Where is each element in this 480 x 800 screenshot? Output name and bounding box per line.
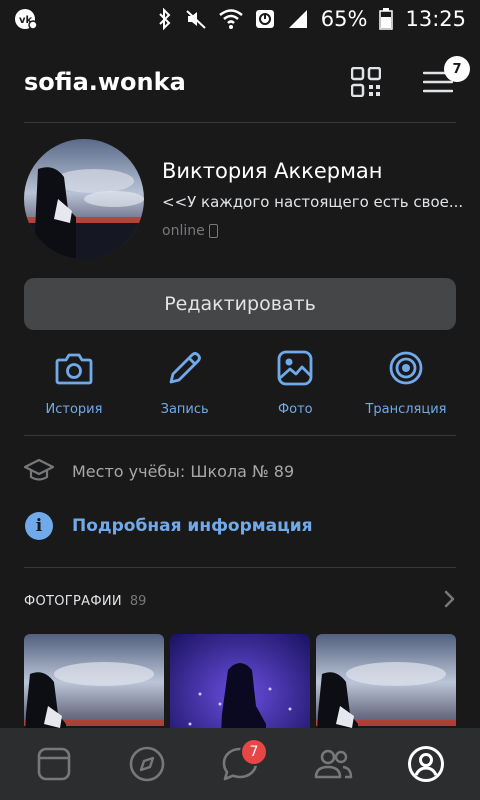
status-bar: vk 65% 13:25 bbox=[0, 0, 480, 38]
post-action[interactable]: Запись bbox=[135, 348, 235, 417]
info-icon: i bbox=[25, 512, 53, 540]
battery-percent: 65% bbox=[320, 7, 368, 31]
tab-profile[interactable] bbox=[396, 734, 456, 794]
tab-explore[interactable] bbox=[117, 734, 177, 794]
online-status: online bbox=[162, 223, 463, 239]
chevron-right-icon bbox=[444, 590, 456, 612]
menu-badge: 7 bbox=[444, 56, 470, 82]
camera-icon bbox=[54, 348, 94, 388]
news-icon bbox=[38, 747, 71, 781]
details-link[interactable]: Подробная информация bbox=[72, 516, 313, 536]
history-label: История bbox=[45, 402, 103, 417]
pencil-icon bbox=[165, 348, 205, 388]
signal-icon bbox=[287, 9, 309, 29]
photos-count: 89 bbox=[129, 593, 147, 609]
menu-button[interactable]: 7 bbox=[420, 56, 470, 100]
avatar[interactable] bbox=[24, 139, 144, 259]
phone-icon bbox=[208, 224, 218, 238]
full-name: Виктория Аккерман bbox=[162, 159, 383, 183]
history-action[interactable]: История bbox=[24, 348, 124, 417]
profile-header: sofia.wonka 7 bbox=[0, 52, 480, 112]
post-label: Запись bbox=[160, 402, 209, 417]
status-text[interactable]: <<У каждого настоящего есть свое... bbox=[162, 193, 463, 211]
tab-messages[interactable]: 7 bbox=[210, 734, 270, 794]
photo-label: Фото bbox=[277, 402, 313, 417]
photo-thumbnail[interactable] bbox=[24, 634, 164, 730]
details-row[interactable]: i Подробная информация bbox=[24, 506, 456, 546]
clock: 13:25 bbox=[405, 7, 466, 31]
broadcast-icon bbox=[386, 348, 426, 388]
battery-icon bbox=[379, 8, 394, 30]
mute-icon bbox=[185, 8, 207, 30]
image-icon bbox=[275, 348, 315, 388]
education-row: Место учёбы: Школа № 89 bbox=[24, 451, 456, 491]
data-saver-icon bbox=[255, 9, 275, 29]
online-label: online bbox=[162, 223, 205, 239]
profile-actions: История Запись Фото Трансляция bbox=[24, 348, 456, 417]
wifi-icon bbox=[218, 9, 243, 29]
bottom-tab-bar: 7 bbox=[0, 728, 480, 800]
edit-profile-button[interactable]: Редактировать bbox=[24, 278, 456, 330]
profile-card: Виктория Аккерман <<У каждого настоящего… bbox=[24, 138, 463, 260]
education-text: Место учёбы: Школа № 89 bbox=[72, 461, 295, 481]
friends-icon bbox=[314, 749, 352, 779]
photos-grid bbox=[24, 634, 456, 730]
divider bbox=[24, 122, 456, 123]
photos-title: ФОТОГРАФИИ bbox=[24, 593, 122, 609]
graduation-cap-icon bbox=[24, 456, 54, 486]
profile-icon bbox=[407, 746, 444, 782]
photo-action[interactable]: Фото bbox=[245, 348, 345, 417]
divider bbox=[24, 435, 456, 436]
explore-icon bbox=[129, 746, 165, 782]
tab-news[interactable] bbox=[24, 734, 84, 794]
photo-thumbnail[interactable] bbox=[170, 634, 310, 730]
messages-badge: 7 bbox=[239, 738, 268, 766]
broadcast-label: Трансляция bbox=[365, 402, 447, 417]
photo-thumbnail[interactable] bbox=[316, 634, 456, 730]
qr-code-button[interactable] bbox=[348, 64, 384, 100]
broadcast-action[interactable]: Трансляция bbox=[356, 348, 456, 417]
username: sofia.wonka bbox=[24, 68, 186, 96]
vk-notification-icon: vk bbox=[14, 8, 38, 30]
divider bbox=[24, 567, 456, 568]
tab-friends[interactable] bbox=[303, 734, 363, 794]
photos-header[interactable]: ФОТОГРАФИИ 89 bbox=[24, 588, 456, 614]
qr-code-icon bbox=[351, 67, 381, 97]
bluetooth-icon bbox=[157, 8, 173, 30]
